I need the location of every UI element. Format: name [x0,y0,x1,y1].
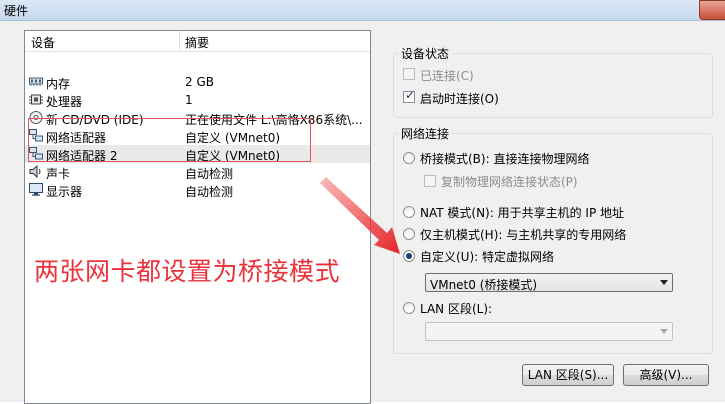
annotation-text: 两张网卡都设置为桥接模式 [34,257,341,286]
annotation-arrow [320,177,400,254]
